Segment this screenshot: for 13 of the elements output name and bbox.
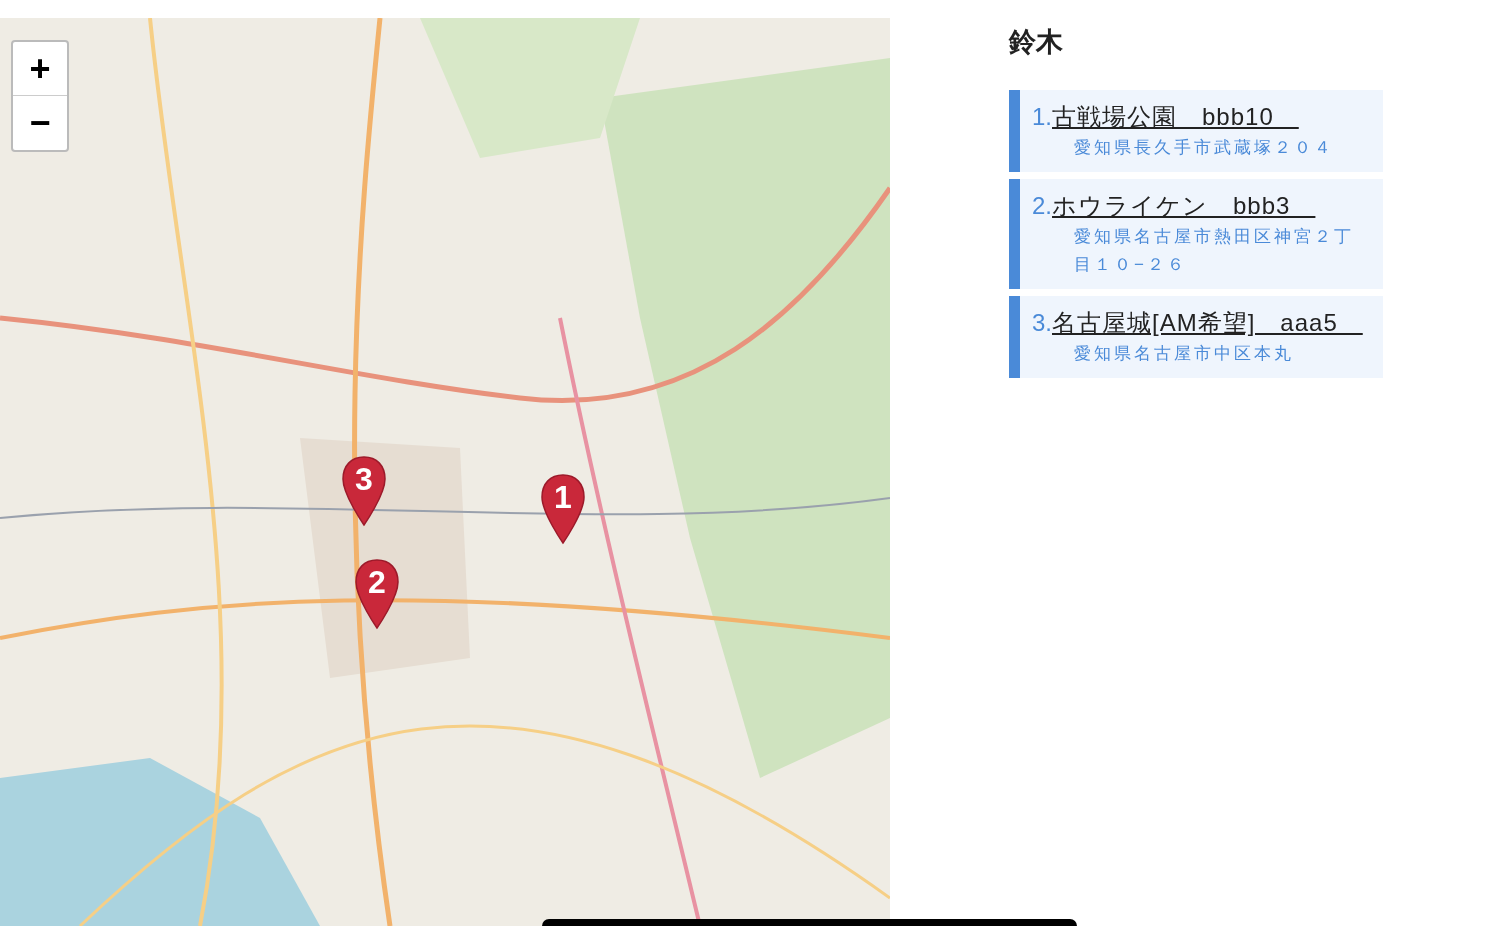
map-marker[interactable]: 1 xyxy=(540,473,586,545)
place-address: 愛知県名古屋市中区本丸 xyxy=(1073,343,1295,365)
place-link[interactable]: 名古屋城[AM希望] aaa5 xyxy=(1052,306,1363,340)
map-marker[interactable]: 2 xyxy=(354,558,400,630)
map-marker[interactable]: 3 xyxy=(341,455,387,527)
place-link[interactable]: ホウライケン bbb3 xyxy=(1052,189,1371,223)
place-link[interactable]: 古戦場公園 bbb10 xyxy=(1052,100,1334,134)
person-name: 鈴木 xyxy=(1009,26,1063,59)
zoom-out-button[interactable]: − xyxy=(13,96,67,150)
place-number: 1. xyxy=(1032,102,1052,132)
zoom-in-button[interactable]: + xyxy=(13,42,67,96)
place-number: 2. xyxy=(1032,191,1052,221)
place-number: 3. xyxy=(1032,308,1052,338)
